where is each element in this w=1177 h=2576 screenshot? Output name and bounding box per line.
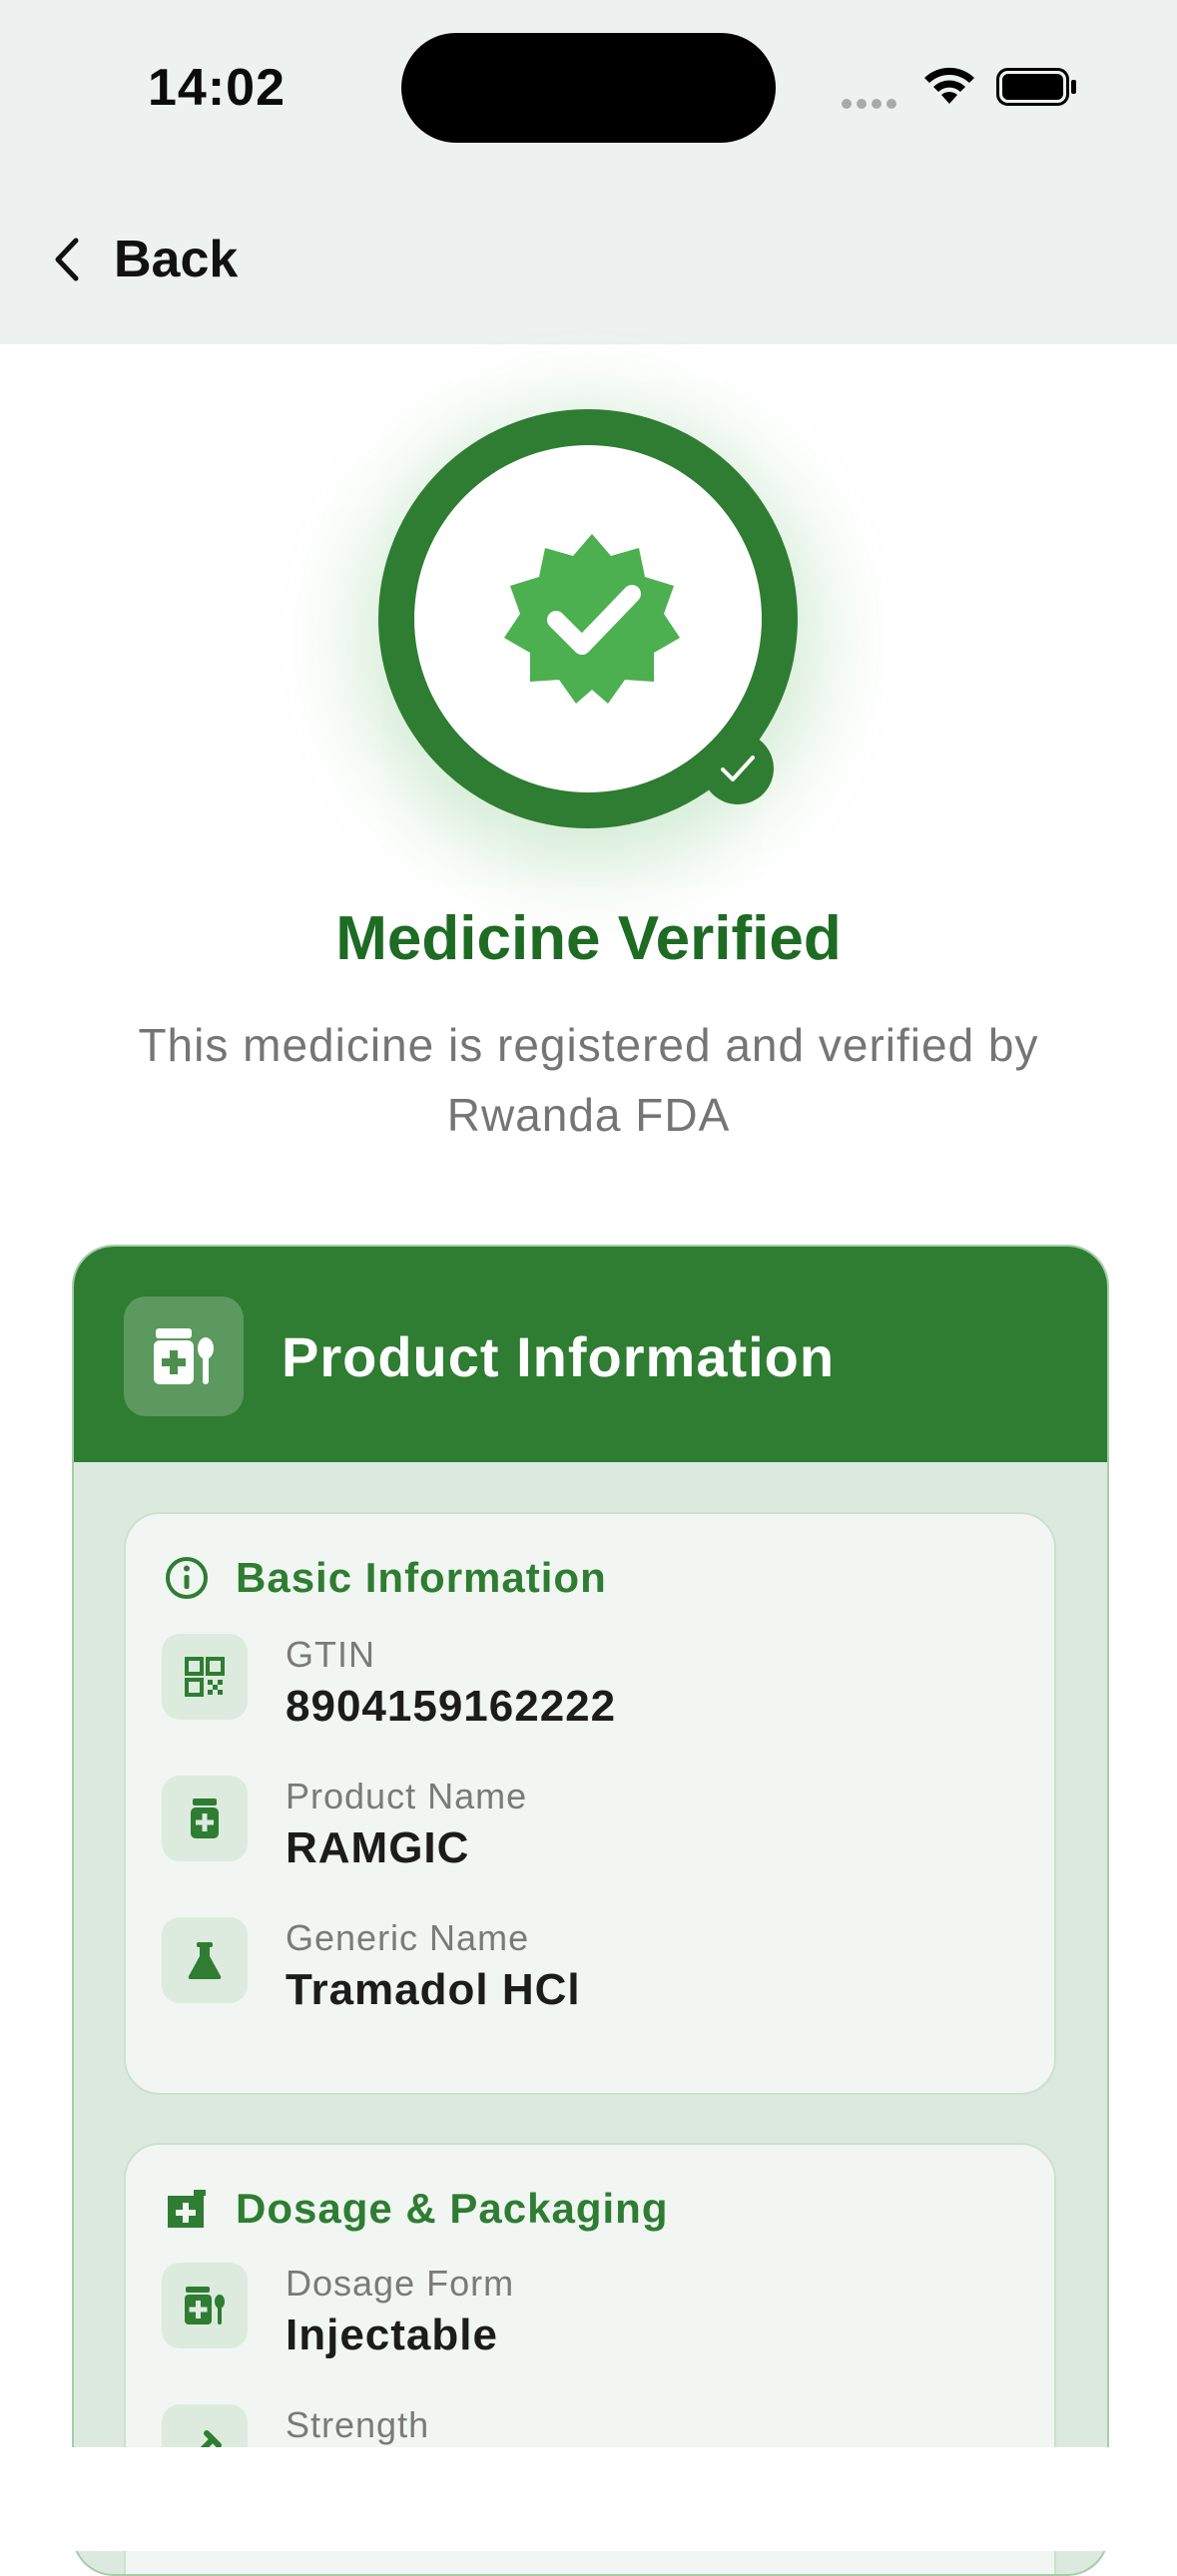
section-title: Dosage & Packaging (236, 2185, 669, 2232)
verified-badge-inner (414, 445, 774, 804)
flask-icon (162, 1917, 248, 2003)
row-label: Dosage Form (286, 2263, 515, 2304)
dynamic-island (401, 33, 776, 143)
status-time: 14:02 (148, 59, 286, 117)
bottom-cutoff (0, 2447, 1177, 2551)
card-header: Product Information (74, 1247, 1107, 1462)
info-row-product-name: Product Name RAMGIC (162, 1776, 1020, 1885)
prescription-icon (168, 2190, 206, 2228)
card-title: Product Information (282, 1325, 836, 1388)
verification-subtitle: This medicine is registered and verified… (138, 1019, 1039, 1141)
info-row-generic-name: Generic Name Tramadol HCl (162, 1917, 1020, 2027)
medication-icon (162, 2263, 248, 2348)
info-icon (166, 1557, 208, 1599)
battery-icon (996, 68, 1076, 106)
medication-icon (124, 1296, 244, 1416)
info-row-dosage-form: Dosage Form Injectable (162, 2263, 1020, 2372)
verified-seal-icon (504, 534, 680, 704)
checkmark-icon (721, 756, 755, 781)
section-header: Basic Information (164, 1554, 607, 1602)
medicine-bottle-icon (162, 1776, 248, 1861)
top-bar: 14:02 Back (0, 0, 1177, 344)
row-label: Product Name (286, 1776, 528, 1816)
basic-information-section: Basic Information GTIN 8904159162222 Pro… (124, 1512, 1056, 2095)
wifi-icon (924, 67, 974, 104)
row-value: Tramadol HCl (286, 1965, 581, 2014)
product-information-card: Product Information Basic Information GT… (72, 1245, 1109, 2576)
check-badge-icon (702, 733, 774, 804)
cellular-signal-icon (842, 96, 901, 114)
row-label: GTIN (286, 1634, 375, 1675)
status-icons (842, 62, 1081, 112)
row-label: Strength (286, 2404, 430, 2445)
verified-badge (378, 409, 798, 828)
info-row-gtin: GTIN 8904159162222 (162, 1634, 1020, 1744)
section-header: Dosage & Packaging (164, 2185, 668, 2233)
row-label: Generic Name (286, 1917, 530, 1958)
row-value: RAMGIC (286, 1823, 470, 1872)
qr-code-icon (162, 1634, 248, 1720)
section-title: Basic Information (236, 1554, 607, 1601)
back-label: Back (114, 231, 239, 288)
verification-title: Medicine Verified (335, 904, 842, 973)
back-button[interactable]: Back (50, 228, 309, 291)
chevron-left-icon (55, 238, 79, 281)
row-value: 8904159162222 (286, 1682, 617, 1731)
row-value: Injectable (286, 2311, 498, 2359)
